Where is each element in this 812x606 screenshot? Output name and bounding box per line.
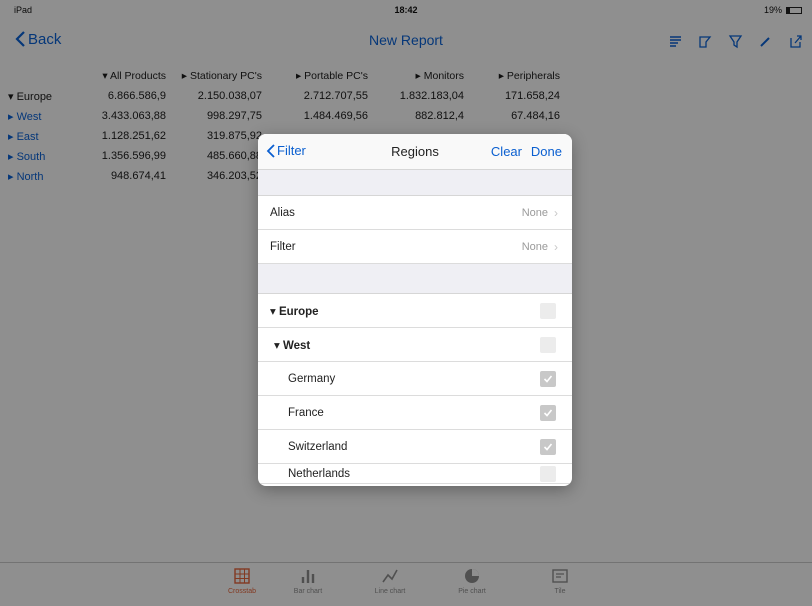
filter-label: Filter: [270, 240, 296, 253]
alias-row[interactable]: Alias None ›: [258, 196, 572, 230]
regions-filter-popover: Filter Regions Clear Done Alias None › F…: [258, 134, 572, 486]
tree-item-label: Germany: [288, 372, 336, 385]
tree-item-label: Netherlands: [288, 467, 351, 480]
tree-item-netherlands[interactable]: Netherlands: [258, 464, 572, 484]
checkbox[interactable]: [540, 438, 556, 455]
tree-item-switzerland[interactable]: Switzerland: [258, 430, 572, 464]
tree-item-west[interactable]: ▾ West: [258, 328, 572, 362]
chevron-right-icon: ›: [554, 205, 558, 220]
checkbox[interactable]: [540, 336, 556, 353]
popover-header: Filter Regions Clear Done: [258, 134, 572, 170]
tree-item-label: Switzerland: [288, 440, 348, 453]
checkbox[interactable]: [540, 404, 556, 421]
tree-item-europe[interactable]: ▾ Europe: [258, 294, 572, 328]
checkmark-icon: [543, 374, 553, 383]
section-spacer: [258, 170, 572, 196]
popover-title: Regions: [391, 144, 439, 159]
checkbox[interactable]: [540, 465, 556, 482]
tree-item-label: France: [288, 406, 324, 419]
checkbox[interactable]: [540, 370, 556, 387]
tree-item-label: ▾ West: [274, 339, 311, 352]
section-spacer: [258, 264, 572, 294]
alias-value-text: None: [521, 206, 548, 219]
alias-value: None ›: [522, 206, 558, 220]
checkmark-icon: [543, 442, 553, 451]
filter-value-text: None: [521, 240, 548, 253]
checkbox[interactable]: [540, 302, 556, 319]
chevron-right-icon: ›: [554, 239, 558, 254]
done-button[interactable]: Done: [531, 144, 562, 159]
tree-item-germany[interactable]: Germany: [258, 362, 572, 396]
alias-label: Alias: [270, 206, 295, 219]
clear-button[interactable]: Clear: [491, 144, 522, 159]
tree-item-france[interactable]: France: [258, 396, 572, 430]
checkmark-icon: [543, 408, 553, 417]
filter-value: None ›: [522, 240, 558, 254]
filter-row[interactable]: Filter None ›: [258, 230, 572, 264]
tree-item-label: ▾ Europe: [270, 305, 319, 318]
